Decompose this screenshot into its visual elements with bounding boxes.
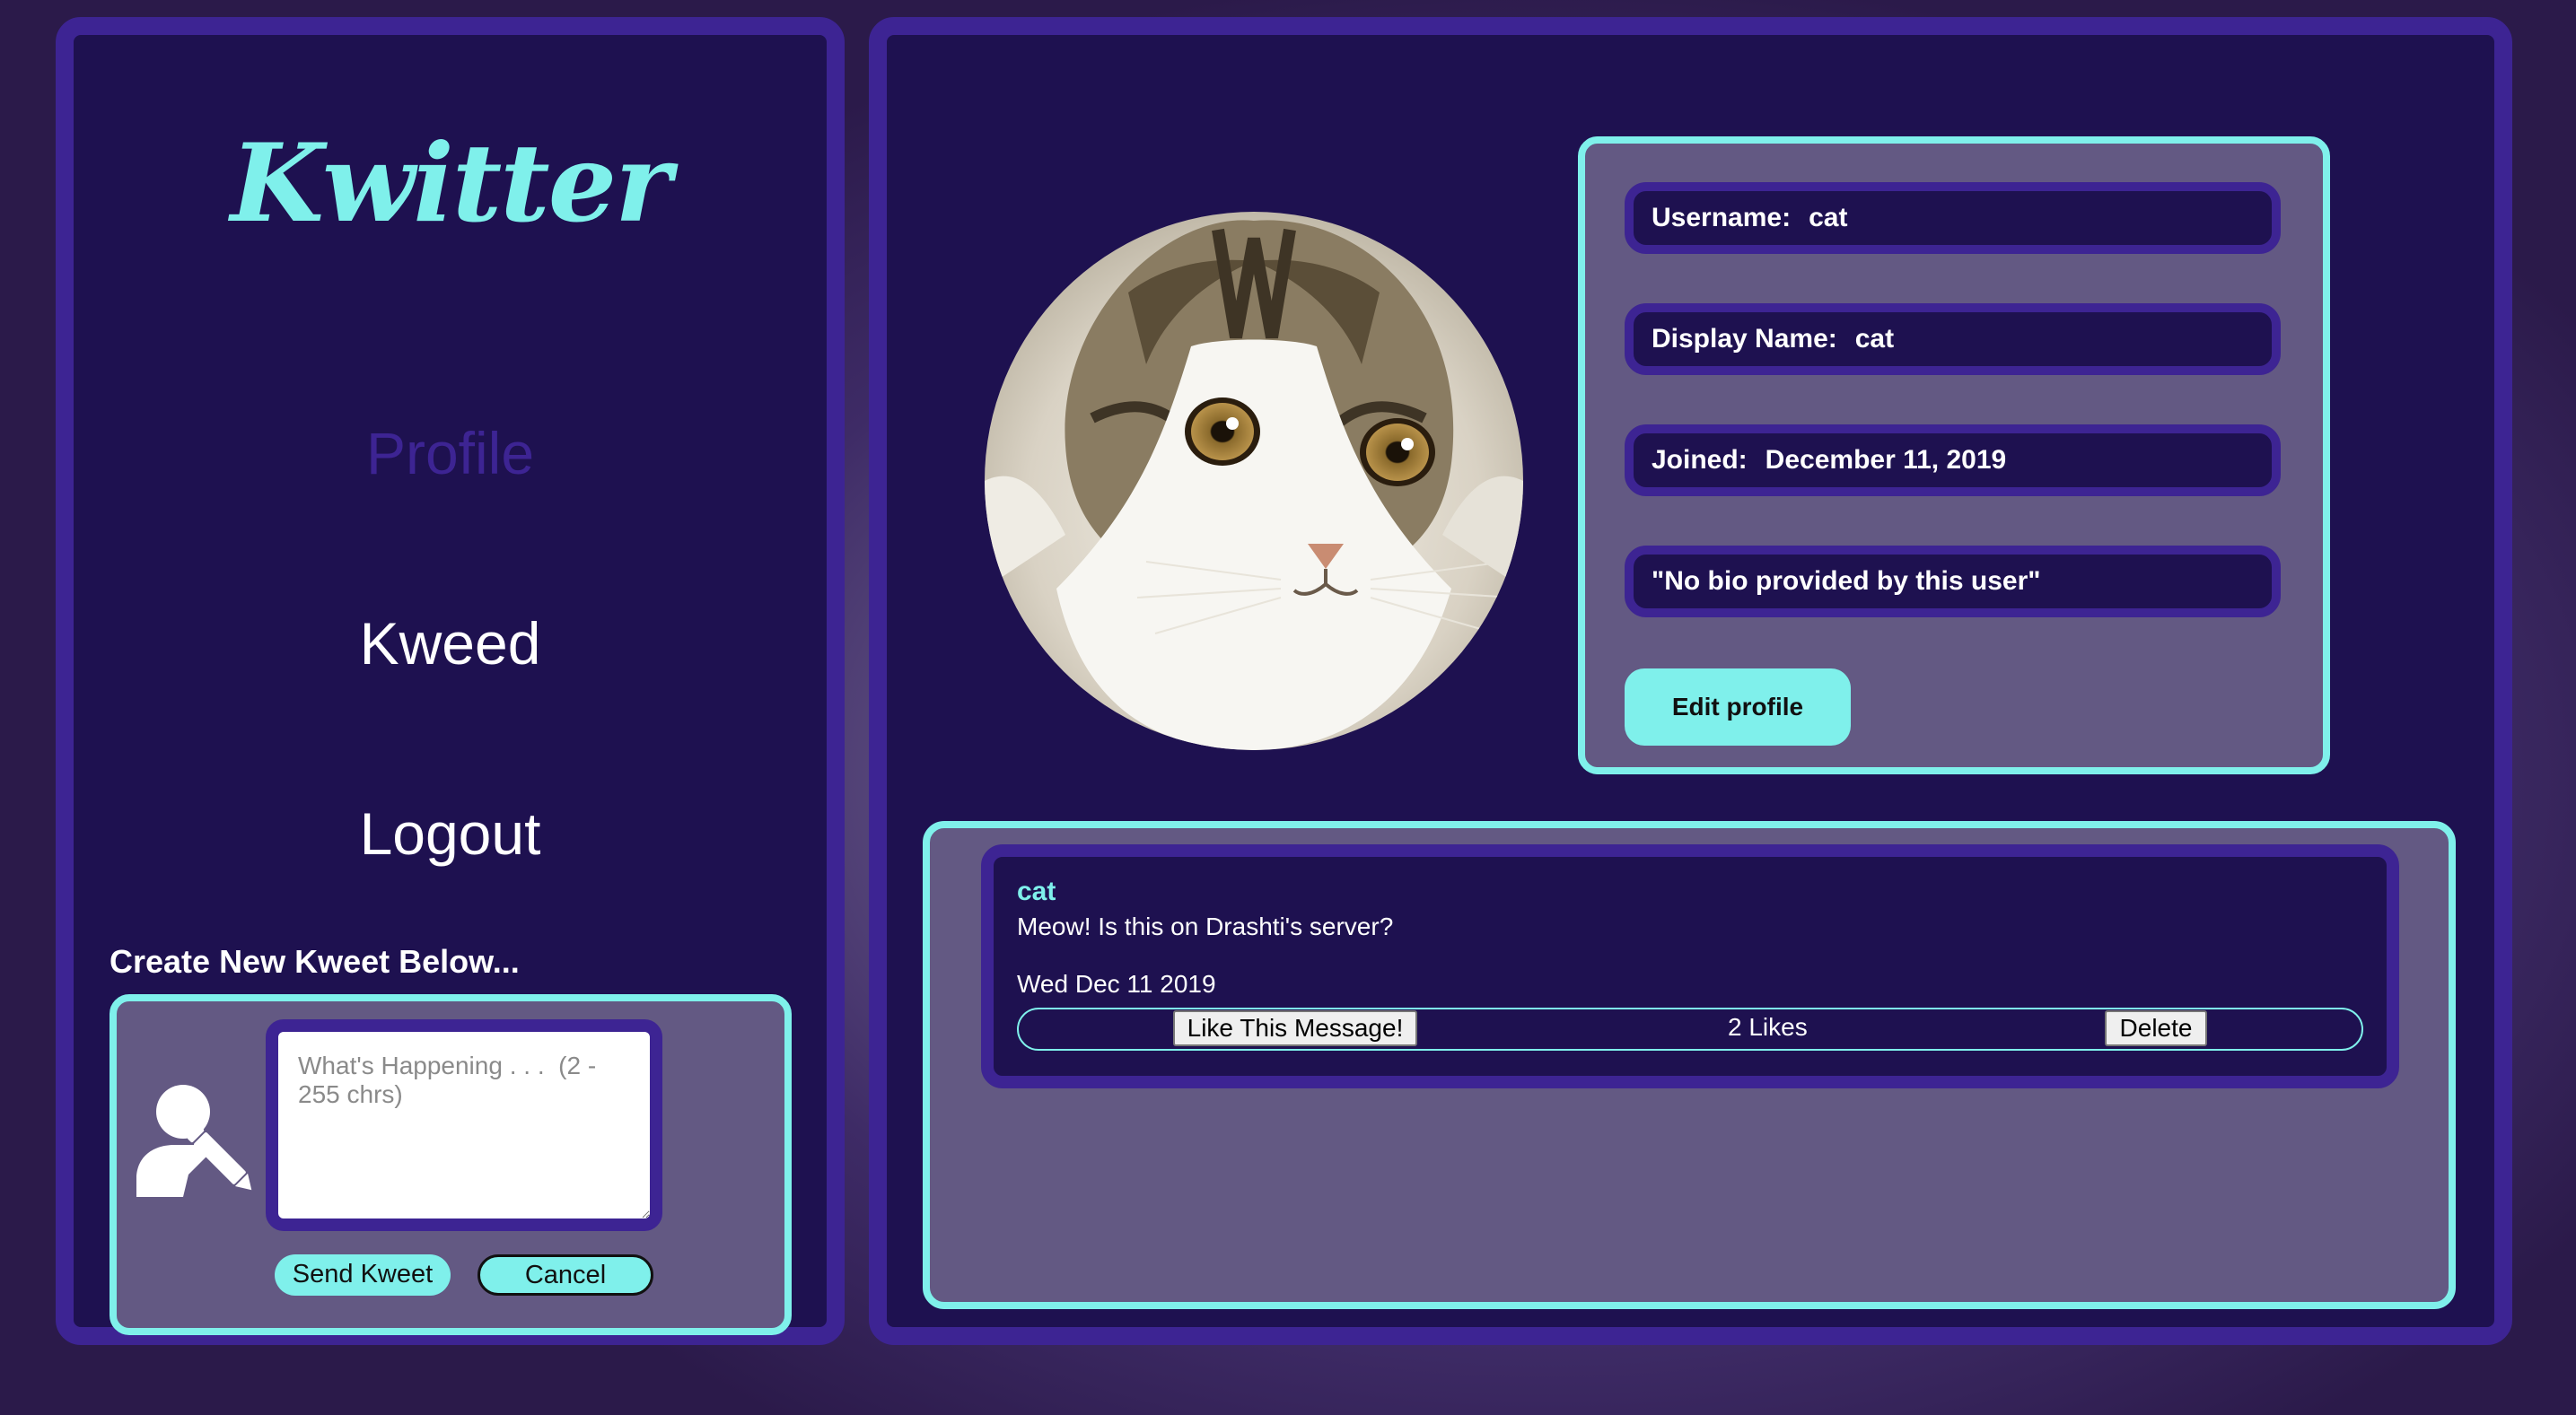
kweet-author[interactable]: cat xyxy=(1017,877,1056,907)
display-name-value: cat xyxy=(1854,324,1895,354)
username-label: Username: xyxy=(1652,203,1792,232)
joined-label: Joined: xyxy=(1652,445,1748,475)
cat-photo-image xyxy=(985,212,1523,750)
kweet-feed: cat Meow! Is this on Drashti's server? W… xyxy=(923,821,2456,1309)
sidebar-panel: Kwitter Profile Kweed Logout Create New … xyxy=(56,17,845,1345)
kweet-date: Wed Dec 11 2019 xyxy=(1017,970,1216,998)
create-kweet-heading: Create New Kweet Below... xyxy=(110,943,520,980)
app-logo: Kwitter xyxy=(230,120,672,247)
nav-item-kweed[interactable]: Kweed xyxy=(74,609,827,677)
nav-item-logout[interactable]: Logout xyxy=(74,799,827,868)
bio-field: "No bio provided by this user" xyxy=(1625,546,2281,617)
kweet-action-bar: Like This Message! 2 Likes Delete xyxy=(1017,1008,2363,1051)
joined-field: Joined: December 11, 2019 xyxy=(1625,424,2281,496)
profile-photo xyxy=(985,212,1523,750)
display-name-field: Display Name: cat xyxy=(1625,303,2281,375)
kweet-card: cat Meow! Is this on Drashti's server? W… xyxy=(981,844,2399,1088)
nav-item-profile[interactable]: Profile xyxy=(74,419,827,487)
likes-count: 2 Likes xyxy=(1728,1013,1808,1041)
display-name-label: Display Name: xyxy=(1652,324,1837,354)
kweet-text: Meow! Is this on Drashti's server? xyxy=(1017,913,1394,940)
user-edit-icon xyxy=(136,1085,252,1197)
username-field: Username: cat xyxy=(1625,182,2281,254)
cancel-button[interactable]: Cancel xyxy=(478,1254,653,1296)
username-value: cat xyxy=(1809,203,1848,232)
like-button[interactable]: Like This Message! xyxy=(1173,1010,1417,1046)
profile-info-card: Username: cat Display Name: cat Joined: Dec… xyxy=(1578,136,2330,774)
compose-box: Send Kweet Cancel xyxy=(110,994,792,1335)
send-kweet-button[interactable]: Send Kweet xyxy=(275,1254,451,1296)
bio-value: "No bio provided by this user" xyxy=(1652,566,2041,596)
joined-value: December 11, 2019 xyxy=(1765,445,2007,475)
main-panel: Username: cat Display Name: cat Joined: Dec… xyxy=(869,17,2512,1345)
kweet-input[interactable] xyxy=(266,1019,662,1231)
edit-profile-button[interactable]: Edit profile xyxy=(1625,668,1851,746)
delete-button[interactable]: Delete xyxy=(2105,1010,2207,1046)
